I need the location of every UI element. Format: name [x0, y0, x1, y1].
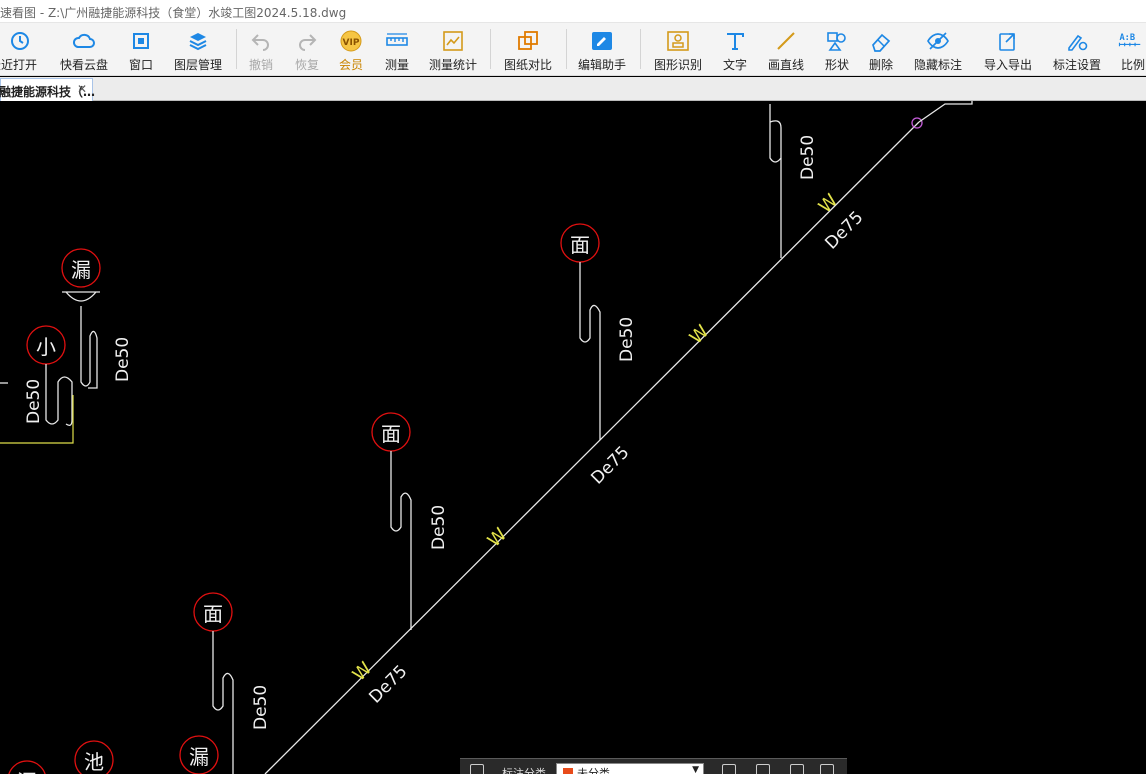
annotation-float-panel: 标注分类 未分类 ▼	[460, 758, 847, 774]
compare-icon	[515, 28, 541, 54]
shape-recognition-button[interactable]: 图形识别	[650, 23, 706, 75]
redo-button[interactable]: 恢复	[290, 23, 324, 75]
scale-button[interactable]: A:B 比例	[1116, 23, 1146, 75]
window-title: 速看图 - Z:\广州融捷能源科技（食堂）水竣工图2024.5.18.dwg	[0, 6, 347, 20]
measure-button[interactable]: 测量	[380, 23, 414, 75]
layer-manager-button[interactable]: 图层管理	[170, 23, 226, 75]
pipe-end-marker	[911, 117, 923, 129]
line-icon	[773, 28, 799, 54]
pipe-size-label: De50	[24, 379, 44, 424]
import-export-icon	[995, 28, 1021, 54]
fixture-riser-face-1: 面 De50	[560, 223, 637, 440]
edit-assistant-button[interactable]: 编辑助手	[576, 23, 628, 75]
annotation-settings-icon	[1064, 28, 1090, 54]
tab-drawing[interactable]: 广州融捷能源科技（… ✕	[0, 78, 95, 101]
fixture-label: 池	[84, 750, 104, 774]
waste-pipe-label: W	[815, 190, 843, 218]
fixture-cluster-bottom: 漏 池 漏	[8, 735, 219, 774]
pipe-continuation	[918, 101, 973, 123]
toolbar-separator	[640, 29, 641, 69]
clock-icon	[7, 28, 33, 54]
main-toolbar: 最近打开 快看云盘 窗口 图层管理 撤销	[0, 23, 1146, 76]
layers-icon	[185, 28, 211, 54]
waste-pipe-label: W	[349, 658, 377, 686]
fixture-label: 面	[570, 233, 590, 257]
undo-button[interactable]: 撤销	[244, 23, 278, 75]
recent-open-button[interactable]: 最近打开	[0, 23, 40, 75]
toolbar-separator	[490, 29, 491, 69]
annotation-settings-button[interactable]: 标注设置	[1050, 23, 1104, 75]
annotation-category-label: 标注分类	[502, 767, 546, 774]
chevron-down-icon: ▼	[692, 765, 699, 774]
fixture-label: 漏	[71, 258, 91, 282]
quick-cloud-button[interactable]: 快看云盘	[56, 23, 112, 75]
annotation-category-select[interactable]: 未分类 ▼	[556, 763, 704, 774]
undo-icon	[248, 28, 274, 54]
shape-recognize-icon	[665, 28, 691, 54]
cad-drawing: De50 面 De50 面 De50 面 De50 漏 小 De50 De50 …	[0, 101, 973, 774]
database-icon[interactable]	[820, 764, 834, 774]
eye-hide-icon	[925, 28, 951, 54]
pipe-size-label: De50	[429, 505, 449, 550]
svg-text:A:B: A:B	[1119, 33, 1135, 43]
ruler-icon	[384, 28, 410, 54]
copy-icon[interactable]	[790, 764, 804, 774]
fixture-label: 小	[36, 335, 56, 359]
move-icon[interactable]	[756, 764, 770, 774]
vip-icon: VIP	[338, 28, 364, 54]
import-export-button[interactable]: 导入导出	[980, 23, 1036, 75]
document-tab-bar: 广州融捷能源科技（… ✕	[0, 77, 1146, 101]
fixture-riser-face-2: 面 De50	[371, 412, 449, 630]
link-icon[interactable]	[470, 764, 484, 774]
text-icon	[722, 28, 748, 54]
category-color-swatch	[563, 768, 573, 774]
drawing-compare-button[interactable]: 图纸对比	[500, 23, 556, 75]
vip-member-button[interactable]: VIP 会员	[334, 23, 368, 75]
main-pipe-size-label: De75	[587, 442, 633, 488]
pipe-size-label: De50	[798, 135, 818, 180]
eraser-icon	[868, 28, 894, 54]
edit-icon[interactable]	[722, 764, 736, 774]
redo-icon	[294, 28, 320, 54]
fixture-label: 漏	[189, 745, 209, 769]
drawing-canvas[interactable]: De50 面 De50 面 De50 面 De50 漏 小 De50 De50 …	[0, 101, 1146, 774]
app-window: 速看图 - Z:\广州融捷能源科技（食堂）水竣工图2024.5.18.dwg 最…	[0, 0, 1146, 774]
scale-icon: A:B	[1116, 28, 1142, 54]
measure-stats-button[interactable]: 测量统计	[426, 23, 480, 75]
pipe-size-label: De50	[113, 337, 133, 382]
fixture-label: 面	[203, 602, 223, 626]
window-button[interactable]: 窗口	[124, 23, 158, 75]
toolbar-separator	[236, 29, 237, 69]
waste-pipe-label: W	[686, 321, 714, 349]
measure-stats-icon	[440, 28, 466, 54]
shape-icon	[824, 28, 850, 54]
pipe-size-label: De50	[617, 317, 637, 362]
riser-top-right: De50	[769, 104, 818, 258]
close-icon[interactable]: ✕	[77, 82, 87, 96]
cloud-icon	[71, 28, 97, 54]
hide-annotations-button[interactable]: 隐藏标注	[912, 23, 964, 75]
fixture-cluster-left: 漏 小 De50 De50	[0, 248, 133, 444]
delete-button[interactable]: 删除	[864, 23, 898, 75]
fixture-label: 面	[381, 422, 401, 446]
toolbar-separator	[566, 29, 567, 69]
pipe-size-label: De50	[251, 685, 271, 730]
draw-line-button[interactable]: 画直线	[764, 23, 808, 75]
shape-tool-button[interactable]: 形状	[820, 23, 854, 75]
main-pipe-size-label: De75	[365, 661, 411, 707]
svg-text:VIP: VIP	[343, 38, 360, 48]
title-bar: 速看图 - Z:\广州融捷能源科技（食堂）水竣工图2024.5.18.dwg	[0, 0, 1146, 23]
window-icon	[128, 28, 154, 54]
fixture-label: 漏	[17, 770, 37, 774]
waste-pipe-label: W	[484, 524, 512, 552]
edit-assistant-icon	[589, 28, 615, 54]
text-tool-button[interactable]: 文字	[718, 23, 752, 75]
